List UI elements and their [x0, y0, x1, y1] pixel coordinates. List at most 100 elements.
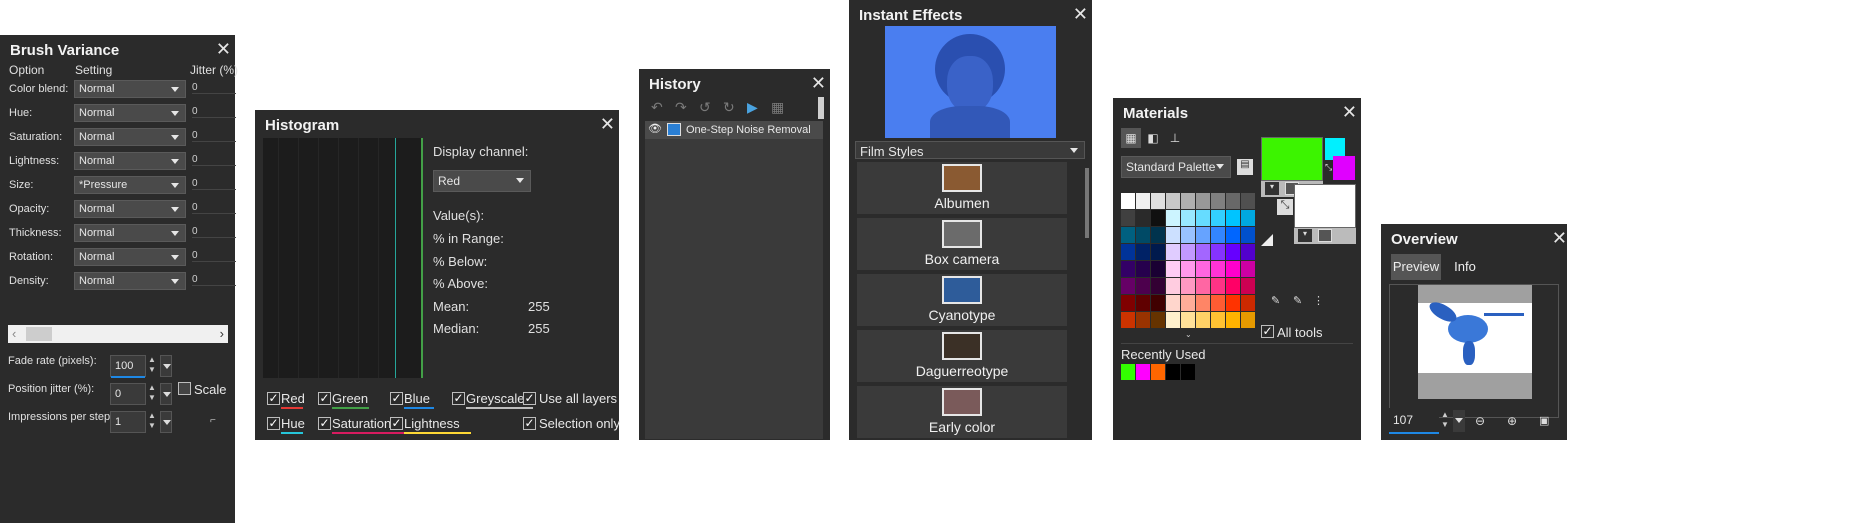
recent-swatch[interactable] — [1151, 364, 1165, 380]
palette-swatch[interactable] — [1121, 278, 1135, 294]
undo-all-icon[interactable]: ↺ — [699, 99, 711, 116]
palette-swatch[interactable] — [1166, 261, 1180, 277]
setting-select[interactable]: Normal — [74, 200, 186, 218]
effect-item[interactable]: Cyanotype — [857, 274, 1067, 326]
tab-preview[interactable]: Preview — [1391, 254, 1441, 280]
palette-swatch[interactable] — [1136, 227, 1150, 243]
setting-select[interactable]: Normal — [74, 80, 186, 98]
channel-checkbox[interactable]: ✓ — [267, 417, 280, 430]
impressions-input[interactable]: 1 — [110, 411, 146, 433]
redo-all-icon[interactable]: ↻ — [723, 99, 735, 116]
channel-checkbox[interactable]: ✓ — [318, 417, 331, 430]
palette-swatch[interactable] — [1136, 244, 1150, 260]
palette-swatch[interactable] — [1196, 227, 1210, 243]
palette-swatch[interactable] — [1196, 295, 1210, 311]
zoom-input[interactable]: 107 — [1389, 408, 1439, 434]
close-icon[interactable]: ✕ — [1552, 227, 1567, 249]
zoom-out-icon[interactable]: ⊖ — [1475, 414, 1485, 428]
close-icon[interactable]: ✕ — [600, 113, 615, 135]
palette-swatch[interactable] — [1211, 295, 1225, 311]
palette-swatch[interactable] — [1136, 278, 1150, 294]
palette-swatch[interactable] — [1181, 278, 1195, 294]
palette-swatch[interactable] — [1241, 244, 1255, 260]
command-history-icon[interactable]: ▶ — [747, 99, 758, 116]
channel-checkbox[interactable]: ✓ — [390, 417, 403, 430]
palette-swatch[interactable] — [1121, 210, 1135, 226]
swap-small-icon[interactable]: ⤡ — [1325, 162, 1332, 173]
close-icon[interactable]: ✕ — [811, 72, 826, 94]
recent-swatch[interactable] — [1166, 364, 1180, 380]
bg-small-swatch[interactable] — [1333, 156, 1355, 180]
palette-swatch[interactable] — [1151, 261, 1165, 277]
bg-style-icon[interactable]: ▾ — [1298, 229, 1312, 242]
fade-rate-input[interactable]: 100 — [110, 355, 146, 378]
palette-swatch[interactable] — [1196, 278, 1210, 294]
fg-style-icon[interactable]: ▾ — [1265, 182, 1279, 195]
palette-swatch[interactable] — [1226, 244, 1240, 260]
palette-swatch[interactable] — [1181, 312, 1195, 328]
setting-select[interactable]: Normal — [74, 152, 186, 170]
setting-select[interactable]: Normal — [74, 248, 186, 266]
swatches-tab-icon[interactable]: ▦ — [1121, 128, 1141, 148]
palette-swatch[interactable] — [1241, 227, 1255, 243]
close-icon[interactable]: ✕ — [1073, 3, 1088, 25]
palette-swatch[interactable] — [1151, 278, 1165, 294]
spin-arrows[interactable]: ▲ ▼ — [148, 355, 160, 377]
undo-icon[interactable]: ↶ — [651, 99, 663, 116]
swatch-grid[interactable] — [1121, 193, 1258, 330]
palette-swatch[interactable] — [1211, 244, 1225, 260]
impressions-dropdown[interactable] — [160, 411, 172, 433]
setting-select[interactable]: Normal — [74, 104, 186, 122]
setting-select[interactable]: *Pressure — [74, 176, 186, 194]
palette-swatch[interactable] — [1136, 261, 1150, 277]
palette-swatch[interactable] — [1241, 312, 1255, 328]
palette-swatch[interactable] — [1211, 193, 1225, 209]
palette-swatch[interactable] — [1181, 210, 1195, 226]
palette-swatch[interactable] — [1226, 210, 1240, 226]
jitter-input[interactable]: 0 — [192, 130, 236, 142]
palette-swatch[interactable] — [1181, 261, 1195, 277]
channel-checkbox[interactable]: ✓ — [318, 392, 331, 405]
spin-arrows[interactable]: ▲ ▼ — [1441, 410, 1453, 432]
fade-rate-dropdown[interactable] — [160, 355, 172, 377]
palette-swatch[interactable] — [1121, 244, 1135, 260]
palette-swatch[interactable] — [1151, 227, 1165, 243]
palette-swatch[interactable] — [1136, 312, 1150, 328]
channel-checkbox[interactable]: ✓ — [390, 392, 403, 405]
position-jitter-input[interactable]: 0 — [110, 383, 146, 405]
background-swatch[interactable] — [1294, 184, 1356, 228]
horizontal-scrollbar[interactable]: ‹ › — [8, 325, 228, 343]
use-all-layers-checkbox[interactable]: ✓ — [523, 392, 536, 405]
palette-swatch[interactable] — [1226, 227, 1240, 243]
zoom-in-icon[interactable]: ⊕ — [1507, 414, 1517, 428]
jitter-input[interactable]: 0 — [192, 274, 236, 286]
palette-swatch[interactable] — [1241, 261, 1255, 277]
palette-swatch[interactable] — [1151, 312, 1165, 328]
eye-icon[interactable]: 👁 — [648, 122, 662, 135]
palette-swatch[interactable] — [1136, 193, 1150, 209]
setting-select[interactable]: Normal — [74, 224, 186, 242]
spin-arrows[interactable]: ▲ ▼ — [148, 411, 160, 433]
jitter-input[interactable]: 0 — [192, 106, 236, 118]
setting-select[interactable]: Normal — [74, 128, 186, 146]
palette-swatch[interactable] — [1226, 278, 1240, 294]
dropper-icon[interactable]: ✎ — [1271, 294, 1280, 307]
all-tools-checkbox[interactable]: ✓ — [1261, 325, 1274, 338]
palette-swatch[interactable] — [1151, 295, 1165, 311]
recent-swatch[interactable] — [1136, 364, 1150, 380]
palette-swatch[interactable] — [1196, 210, 1210, 226]
setting-select[interactable]: Normal — [74, 272, 186, 290]
palette-swatch[interactable] — [1121, 295, 1135, 311]
effect-item[interactable]: Albumen — [857, 162, 1067, 214]
jitter-input[interactable]: 0 — [192, 154, 236, 166]
history-scrollbar[interactable] — [818, 97, 824, 119]
palette-swatch[interactable] — [1166, 193, 1180, 209]
scroll-right-icon[interactable]: › — [220, 326, 224, 341]
channel-checkbox[interactable]: ✓ — [267, 392, 280, 405]
palette-swatch[interactable] — [1151, 244, 1165, 260]
recent-swatch[interactable] — [1121, 364, 1135, 380]
palette-swatch[interactable] — [1121, 261, 1135, 277]
palette-swatch[interactable] — [1196, 193, 1210, 209]
reset-colors-icon[interactable] — [1261, 234, 1273, 246]
palette-swatch[interactable] — [1226, 312, 1240, 328]
